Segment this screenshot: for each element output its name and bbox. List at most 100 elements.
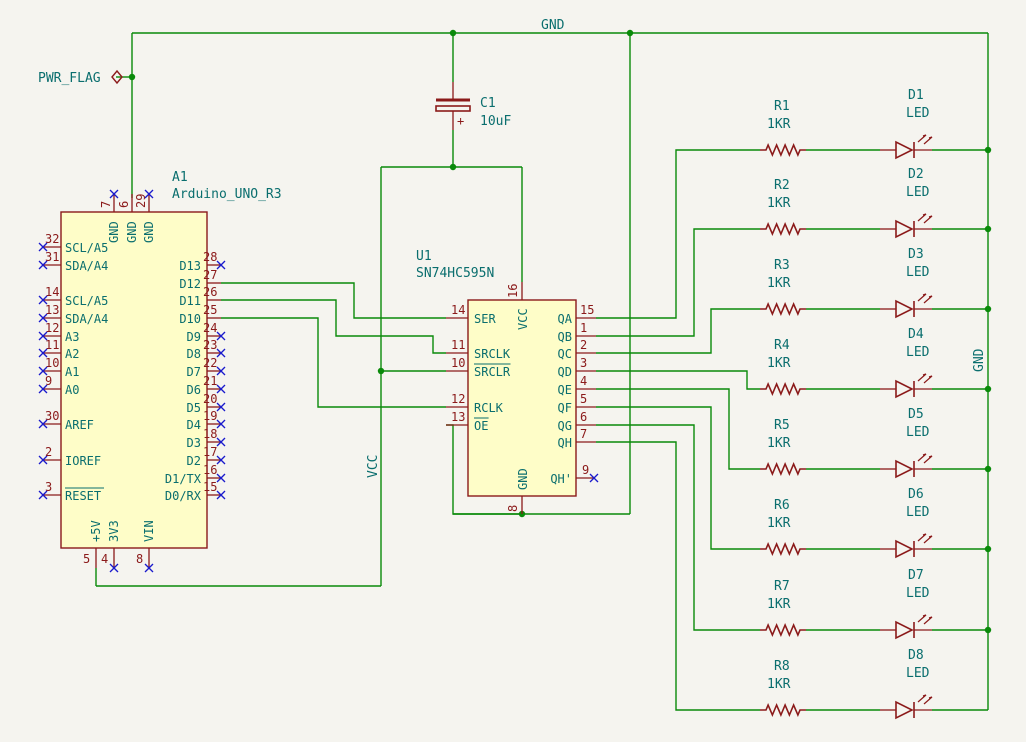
arduino-pin-number: 5 — [83, 552, 90, 566]
led-value: LED — [906, 106, 930, 121]
led-arrow — [917, 373, 927, 382]
led-arrow — [917, 134, 927, 143]
led-arrow — [923, 616, 933, 625]
led-ref: D6 — [908, 487, 924, 502]
arduino-pin-number: 12 — [45, 321, 59, 335]
arduino-pin-number: 17 — [203, 445, 217, 459]
output-wire — [596, 228, 760, 337]
resistor-symbol — [760, 142, 806, 158]
resistor-symbol — [760, 702, 806, 718]
arduino-pin-number: 28 — [203, 250, 217, 264]
resistor-value: 1KR — [767, 276, 791, 291]
arduino-pin-name: D12 — [179, 277, 201, 291]
led-arrow — [923, 295, 933, 304]
resistor-ref: R8 — [774, 659, 790, 674]
led-arrow — [923, 215, 933, 224]
led-value: LED — [906, 425, 930, 440]
resistor-ref: R3 — [774, 258, 790, 273]
arduino-pin-number: 24 — [203, 321, 217, 335]
resistor-symbol — [760, 461, 806, 477]
capacitor-c1 — [435, 82, 471, 130]
arduino-pin-number: 19 — [203, 409, 217, 423]
capacitor-ref: C1 — [480, 96, 496, 111]
resistor-ref: R2 — [774, 178, 790, 193]
arduino-pin-number: 8 — [136, 552, 143, 566]
arduino-pin-name: SCL/A5 — [65, 294, 108, 308]
led-triangle — [895, 219, 914, 239]
gnd-net-label-top: GND — [541, 18, 565, 33]
arduino-pin-number: 20 — [203, 392, 217, 406]
arduino-pin-number: 4 — [101, 552, 108, 566]
sr-pin-number: 8 — [506, 505, 520, 512]
arduino-pin-number: 29 — [134, 194, 148, 208]
led-ref: D7 — [908, 568, 924, 583]
capacitor-value: 10uF — [480, 114, 511, 129]
arduino-pin-number: 23 — [203, 338, 217, 352]
arduino-pin-number: 14 — [45, 285, 59, 299]
led-value: LED — [906, 666, 930, 681]
sr-pin-number: 1 — [580, 321, 587, 335]
resistor-symbol — [760, 301, 806, 317]
gnd-net-label-right: GND — [972, 348, 987, 372]
sr-pin-number: 6 — [580, 410, 587, 424]
arduino-pin-name: SCL/A5 — [65, 241, 108, 255]
arduino-pin-number: 26 — [203, 285, 217, 299]
arduino-pin-name: D4 — [187, 418, 201, 432]
resistor-ref: R5 — [774, 418, 790, 433]
led-triangle — [895, 379, 914, 399]
led-ref: D3 — [908, 247, 924, 262]
arduino-pin-name: A2 — [65, 347, 79, 361]
sr-pin-number: 13 — [451, 410, 465, 424]
led-arrow — [923, 455, 933, 464]
resistor-ref: R7 — [774, 579, 790, 594]
arduino-pin-name: D9 — [187, 330, 201, 344]
sr-pin-name: RCLK — [474, 401, 504, 415]
pwr-flag-label: PWR_FLAG — [38, 71, 101, 86]
output-wire — [596, 406, 760, 550]
arduino-pin-number: 18 — [203, 427, 217, 441]
arduino-pin-number: 25 — [203, 303, 217, 317]
sr-pin-number: 14 — [451, 303, 465, 317]
led-arrow — [917, 533, 927, 542]
schematic-canvas: GND GND PWR_FLAG + C1 10uF VCC A1 Arduin… — [38, 18, 992, 720]
arduino-pin-name: D8 — [187, 347, 201, 361]
arduino-pin-name: D6 — [187, 383, 201, 397]
resistor-ref: R1 — [774, 99, 790, 114]
arduino-pin-name: RESET — [65, 489, 101, 503]
resistor-ref: R4 — [774, 338, 790, 353]
led-value: LED — [906, 265, 930, 280]
resistor-symbol — [760, 381, 806, 397]
sr-pin-number: 10 — [451, 356, 465, 370]
sr-pin-number: 5 — [580, 392, 587, 406]
arduino-pin-name: GND — [142, 221, 156, 243]
output-wire — [596, 424, 760, 631]
arduino-pin-number: 32 — [45, 232, 59, 246]
shift-register-value: SN74HC595N — [416, 266, 494, 281]
sr-pin-number: 15 — [580, 303, 594, 317]
arduino-pin-name: D13 — [179, 259, 201, 273]
output-wire — [596, 370, 760, 390]
arduino-pin-name: D2 — [187, 454, 201, 468]
arduino-pin-name: SDA/A4 — [65, 312, 108, 326]
output-wire — [596, 441, 760, 711]
sr-pin-number: 4 — [580, 374, 587, 388]
arduino-pin-name: D5 — [187, 401, 201, 415]
led-triangle — [895, 299, 914, 319]
sr-pin-name: QD — [558, 365, 572, 379]
sr-pin-number: 12 — [451, 392, 465, 406]
output-wire — [596, 308, 760, 354]
sr-pin-number: 3 — [580, 356, 587, 370]
led-value: LED — [906, 505, 930, 520]
led-triangle — [895, 140, 914, 160]
sr-pin-number: 11 — [451, 338, 465, 352]
resistor-value: 1KR — [767, 516, 791, 531]
led-value: LED — [906, 185, 930, 200]
arduino-pin-name: SDA/A4 — [65, 259, 108, 273]
output-wire — [596, 149, 760, 319]
arduino-pin-number: 6 — [117, 201, 131, 208]
arduino-pin-number: 7 — [99, 201, 113, 208]
arduino-pin-name: D7 — [187, 365, 201, 379]
led-arrow — [923, 375, 933, 384]
arduino-pin-name: D1/TX — [165, 472, 202, 486]
arduino-pin-name: GND — [125, 221, 139, 243]
